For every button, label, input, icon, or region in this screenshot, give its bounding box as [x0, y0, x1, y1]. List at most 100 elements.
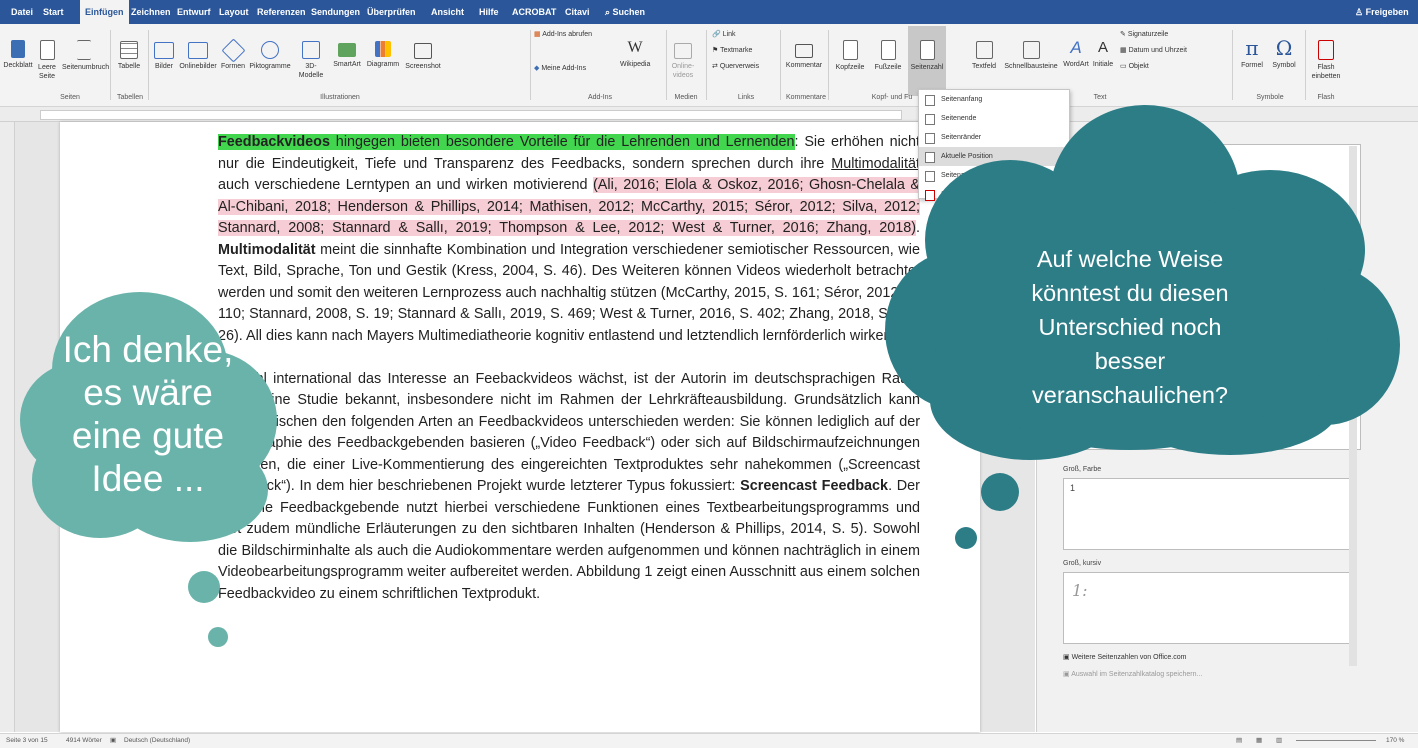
screenshot-button[interactable]: Screenshot — [402, 30, 444, 71]
quick-parts-icon — [1022, 41, 1040, 59]
cross-reference-button[interactable]: ⇄ Querverweis — [712, 62, 762, 71]
online-videos-button[interactable]: Online-videos — [668, 30, 698, 80]
tab-ueberpruefen[interactable]: Überprüfen — [362, 0, 421, 24]
smartart-button[interactable]: SmartArt — [330, 30, 364, 69]
menu-item-page-margins[interactable]: Seitenränder — [919, 128, 1069, 147]
symbol-button[interactable]: Ω Symbol — [1268, 30, 1300, 70]
header-button[interactable]: Kopfzeile — [832, 30, 868, 72]
equation-button[interactable]: π Formel — [1236, 30, 1268, 70]
language-indicator[interactable]: Deutsch (Deutschland) — [124, 734, 190, 748]
flash-icon — [1318, 40, 1334, 60]
link-icon: 🔗 — [712, 31, 723, 38]
quick-parts-button[interactable]: Schnellbausteine — [1002, 30, 1060, 71]
proofing-icon[interactable]: ▣ — [110, 734, 116, 748]
page-number-button[interactable]: Seitenzahl — [908, 26, 946, 96]
chart-icon — [375, 41, 391, 57]
vertical-ruler[interactable] — [0, 122, 15, 732]
tab-entwurf[interactable]: Entwurf — [172, 0, 216, 24]
shapes-button[interactable]: Formen — [220, 30, 246, 71]
read-mode-icon[interactable]: ▤ — [1236, 734, 1242, 748]
tab-zeichnen[interactable]: Zeichnen — [126, 0, 176, 24]
group-separator — [706, 30, 707, 100]
signature-line-button[interactable]: ✎ Signaturzeile — [1120, 30, 1200, 39]
shapes-icon — [220, 38, 246, 63]
print-layout-icon[interactable]: ▦ — [1256, 734, 1262, 748]
tab-layout[interactable]: Layout — [214, 0, 254, 24]
tab-hilfe[interactable]: Hilfe — [474, 0, 504, 24]
wikipedia-button[interactable]: W Wikipedia — [620, 30, 650, 69]
page-number-icon — [919, 40, 935, 60]
highlight-feedbackvideos: Feedbackvideos — [218, 134, 330, 150]
link-button[interactable]: 🔗 Link — [712, 30, 762, 39]
horizontal-ruler[interactable] — [0, 107, 1418, 122]
group-separator — [110, 30, 111, 100]
page-break-button[interactable]: Seitenumbruch — [62, 30, 109, 72]
comment-button[interactable]: Kommentar — [784, 30, 824, 70]
tab-citavi[interactable]: Citavi — [560, 0, 595, 24]
zoom-level[interactable]: 170 % — [1386, 734, 1404, 748]
page-margins-icon — [925, 133, 935, 144]
tab-datei[interactable]: Datei — [6, 0, 38, 24]
group-label-addins: Add-Ins — [587, 94, 613, 101]
tab-referenzen[interactable]: Referenzen — [252, 0, 311, 24]
gallery-label-large-italic: Groß, kursiv — [1063, 560, 1102, 567]
footer-button[interactable]: Fußzeile — [870, 30, 906, 72]
tab-sendungen[interactable]: Sendungen — [306, 0, 365, 24]
table-button[interactable]: Tabelle — [114, 30, 144, 71]
pi-icon: π — [1245, 36, 1259, 60]
gallery-item-large-italic[interactable]: 1: — [1063, 572, 1355, 644]
search-icon: ⌕ — [605, 7, 613, 17]
save-selection-link[interactable]: ▣ Auswahl im Seitenzahlkatalog speichern… — [1063, 670, 1202, 678]
textbox-button[interactable]: Textfeld — [968, 30, 1000, 71]
my-addins-button[interactable]: ◆ Meine Add-Ins — [534, 64, 594, 73]
tab-einfuegen[interactable]: Einfügen — [80, 0, 129, 24]
blank-page-button[interactable]: Leere Seite — [34, 30, 60, 81]
status-bar: Seite 3 von 15 4914 Wörter ▣ Deutsch (De… — [0, 733, 1418, 748]
3d-models-button[interactable]: 3D-Modelle — [294, 30, 328, 80]
tab-ansicht[interactable]: Ansicht — [426, 0, 469, 24]
flash-button[interactable]: Flash einbetten — [1308, 30, 1344, 81]
more-page-numbers-link[interactable]: ▣ Weitere Seitenzahlen von Office.com — [1063, 653, 1186, 661]
tab-start[interactable]: Start — [38, 0, 69, 24]
page-count[interactable]: Seite 3 von 15 — [6, 734, 48, 748]
document-body[interactable]: Feedbackvideos hingegen bieten besondere… — [218, 132, 920, 605]
group-separator — [780, 30, 781, 100]
chart-button[interactable]: Diagramm — [366, 30, 400, 69]
dropcap-button[interactable]: A Initiale — [1090, 30, 1116, 69]
dropcap-icon: A — [1097, 39, 1108, 56]
object-button[interactable]: ▭ Objekt — [1120, 62, 1200, 71]
wordart-button[interactable]: A WordArt — [1062, 30, 1090, 69]
icons-icon — [261, 41, 279, 59]
online-pictures-button[interactable]: Onlinebilder — [178, 30, 218, 71]
word-count[interactable]: 4914 Wörter — [66, 734, 102, 748]
tab-acrobat[interactable]: ACROBAT — [507, 0, 561, 24]
search-box[interactable]: ⌕ Suchen — [600, 0, 650, 24]
ruler-track — [40, 110, 902, 120]
bold-screencast: Screencast Feedback — [740, 478, 889, 494]
deckblatt-button[interactable]: Deckblatt — [2, 30, 34, 70]
omega-icon: Ω — [1275, 36, 1293, 60]
online-picture-icon — [188, 42, 208, 59]
web-layout-icon[interactable]: ▥ — [1276, 734, 1282, 748]
wordart-icon: A — [1070, 38, 1082, 57]
video-icon — [674, 43, 692, 59]
date-time-button[interactable]: ▦ Datum und Uhrzeit — [1120, 46, 1200, 55]
bookmark-button[interactable]: ⚑ Textmarke — [712, 46, 762, 55]
share-button[interactable]: ♙ Freigeben — [1350, 0, 1414, 24]
screenshot-icon — [414, 43, 432, 59]
menu-item-top-of-page[interactable]: Seitenanfang — [919, 90, 1069, 109]
icons-button[interactable]: Piktogramme — [248, 30, 292, 71]
menu-item-format-page-numbers[interactable]: Seitenzahlen formatieren... — [919, 166, 1069, 185]
get-addins-button[interactable]: ▦ Add-Ins abrufen — [534, 30, 594, 39]
blank-page-icon — [39, 40, 55, 60]
pictures-button[interactable]: Bilder — [152, 30, 176, 71]
signature-icon: ✎ — [1120, 31, 1128, 38]
menu-item-current-position[interactable]: Aktuelle Position — [919, 147, 1069, 166]
top-of-page-icon — [925, 95, 935, 106]
gallery-item-large-color[interactable]: 1 — [1063, 478, 1355, 550]
zoom-slider[interactable] — [1296, 740, 1376, 741]
cross-reference-icon: ⇄ — [712, 63, 720, 70]
menu-item-bottom-of-page[interactable]: Seitenende — [919, 109, 1069, 128]
panel-scrollbar[interactable] — [1349, 146, 1357, 666]
menu-item-remove-page-numbers[interactable]: Seitenzahlen entfernen — [919, 185, 1069, 204]
